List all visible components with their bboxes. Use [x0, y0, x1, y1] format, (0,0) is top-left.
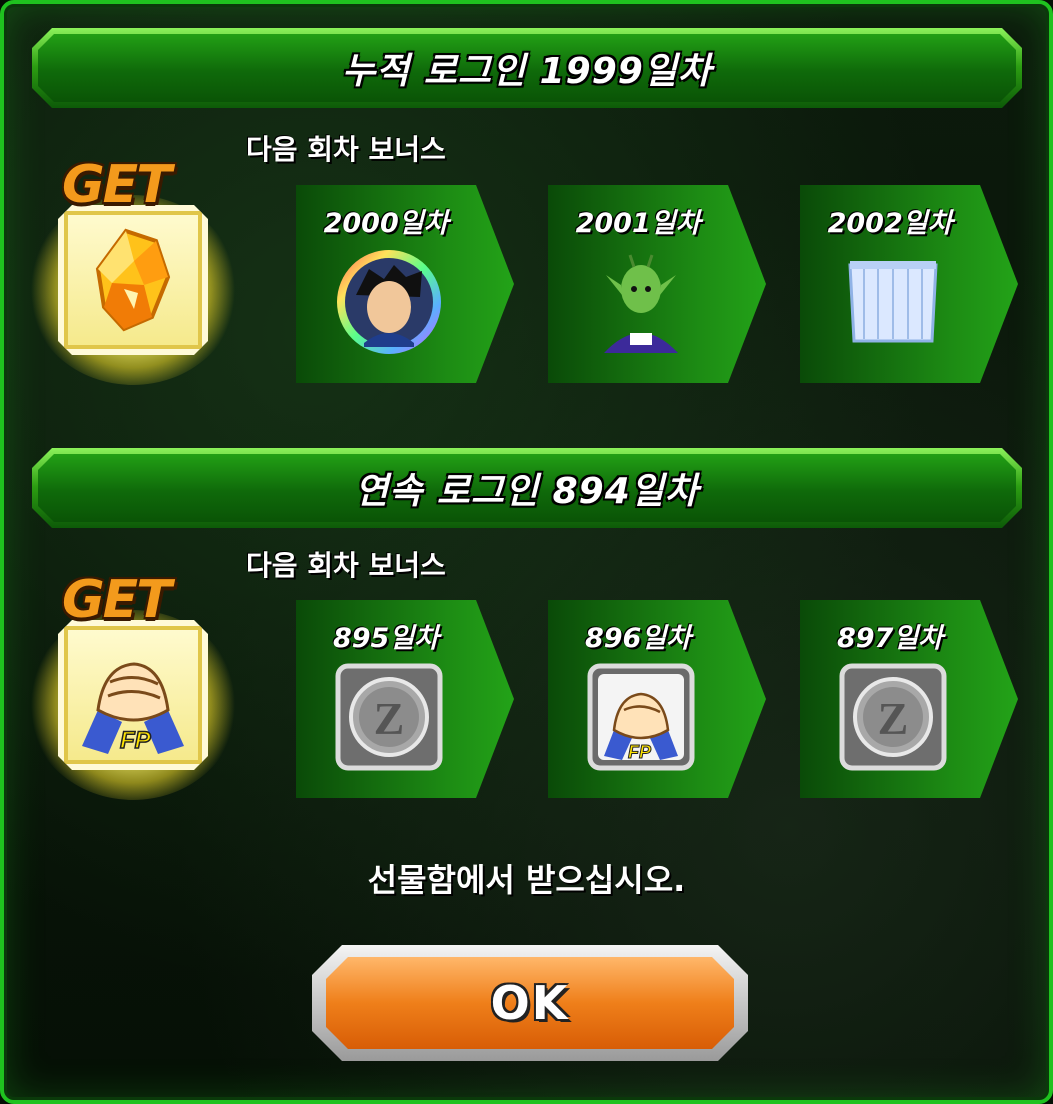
reward-day-card: 896일차 FP — [548, 600, 766, 798]
silver-z-coin-icon: Z — [839, 663, 947, 771]
orange-crystal-icon — [95, 228, 171, 332]
get-badge: GET — [62, 155, 172, 215]
consecutive-login-title: 연속 로그인 894일차 — [354, 471, 700, 512]
fp-text: FP — [120, 727, 152, 754]
reward-tile — [58, 205, 208, 355]
svg-text:Z: Z — [878, 693, 909, 744]
reward-day-card: 895일차 Z — [296, 600, 514, 798]
reward-day-card: 2002일차 — [800, 185, 1018, 383]
day-label: 897일차 — [836, 623, 944, 654]
cumulative-current-reward: GET — [28, 155, 238, 385]
cumulative-next-bonus-label: 다음 회차 보너스 — [246, 133, 446, 166]
day-label: 895일차 — [332, 623, 440, 654]
cumulative-login-title: 누적 로그인 1999일차 — [341, 51, 713, 92]
blue-cloth-item-icon — [848, 261, 938, 343]
cumulative-login-banner: 누적 로그인 1999일차 — [32, 28, 1022, 108]
reward-day-card: 897일차 Z — [800, 600, 1018, 798]
ok-button[interactable]: OK — [312, 945, 748, 1061]
ok-button-label: OK — [490, 976, 570, 1030]
reward-day-card: 2000일차 — [296, 185, 514, 383]
gift-box-message: 선물함에서 받으십시오. — [367, 861, 686, 899]
friend-points-handshake-icon: FP — [82, 662, 184, 755]
day-label: 896일차 — [584, 623, 692, 654]
day-label: 2000일차 — [323, 208, 449, 239]
consecutive-login-banner: 연속 로그인 894일차 — [32, 448, 1022, 528]
silver-z-coin-icon: Z — [335, 663, 443, 771]
consecutive-current-reward: FP GET — [28, 570, 238, 800]
consecutive-next-bonus-label: 다음 회차 보너스 — [246, 549, 446, 582]
reward-day-card: 2001일차 — [548, 185, 766, 383]
fp-text: FP — [628, 742, 652, 762]
friend-points-handshake-icon: FP — [587, 663, 695, 771]
svg-text:Z: Z — [374, 693, 405, 744]
character-medal-icon — [337, 250, 441, 354]
reward-tile: FP — [58, 620, 208, 770]
day-label: 2001일차 — [575, 208, 701, 239]
get-badge: GET — [62, 570, 172, 630]
day-label: 2002일차 — [827, 208, 953, 239]
namekian-character-icon — [604, 254, 678, 353]
